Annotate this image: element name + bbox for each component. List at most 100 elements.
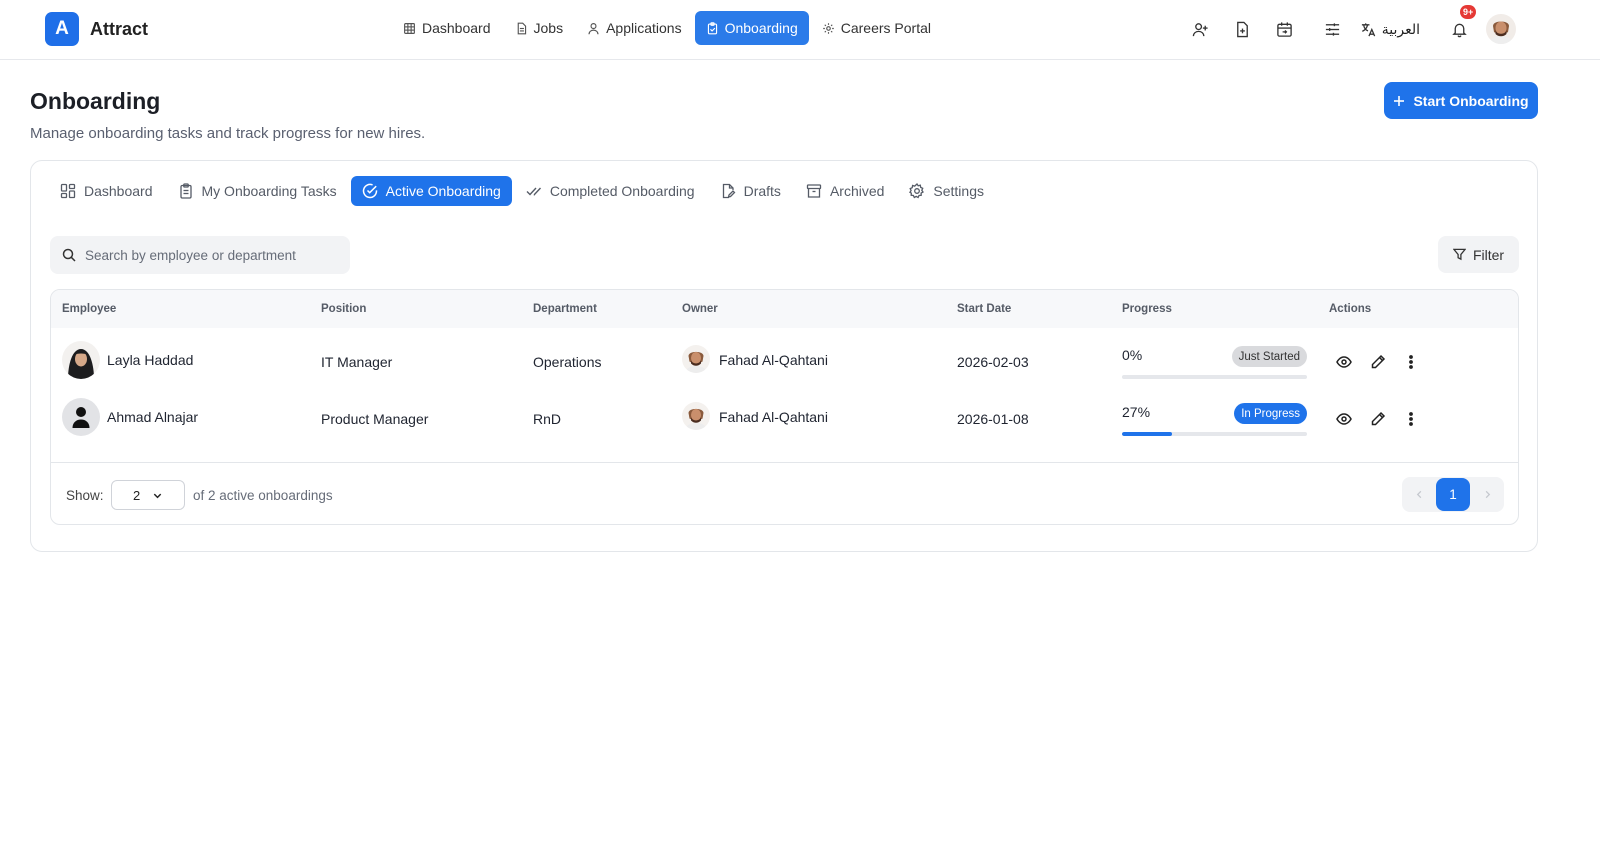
chevron-right-icon	[1483, 490, 1492, 499]
start-date-cell: 2026-02-03	[957, 354, 1029, 370]
next-page-button[interactable]	[1470, 477, 1504, 512]
brand[interactable]: A Attract	[45, 12, 148, 46]
table-footer: Show: 2 of 2 active onboardings 1	[51, 462, 1518, 524]
position-cell: IT Manager	[321, 354, 393, 370]
tab-label: Drafts	[743, 183, 781, 199]
calendar-icon[interactable]	[1264, 14, 1306, 44]
owner-avatar	[682, 402, 710, 430]
dashboard-icon	[60, 183, 76, 199]
top-actions: العربية 9+	[1180, 5, 1528, 44]
onboarding-card: Dashboard My Onboarding Tasks Active Onb…	[30, 160, 1538, 552]
edit-icon[interactable]	[1368, 352, 1388, 372]
show-label: Show:	[66, 488, 104, 503]
pagination: 1	[1402, 477, 1504, 512]
progress-bar	[1122, 432, 1307, 436]
chevron-down-icon	[152, 490, 163, 501]
onboarding-tabs: Dashboard My Onboarding Tasks Active Onb…	[49, 176, 995, 206]
start-date-cell: 2026-01-08	[957, 411, 1029, 427]
page-size-value: 2	[133, 487, 141, 503]
nav-dashboard[interactable]: Dashboard	[392, 11, 502, 45]
column-header-owner: Owner	[682, 303, 718, 315]
owner-avatar	[682, 345, 710, 373]
top-navbar: A Attract Dashboard Jobs Applications On…	[0, 0, 1600, 60]
tab-my-onboarding-tasks[interactable]: My Onboarding Tasks	[167, 176, 348, 206]
pagination-summary: of 2 active onboardings	[193, 488, 333, 503]
tab-archived[interactable]: Archived	[795, 176, 895, 206]
tab-label: Dashboard	[84, 183, 153, 199]
check-circle-icon	[362, 183, 378, 199]
nav-applications[interactable]: Applications	[576, 11, 693, 45]
page-size-select[interactable]: 2	[111, 480, 185, 510]
column-header-department: Department	[533, 303, 597, 315]
tab-active-onboarding[interactable]: Active Onboarding	[350, 176, 512, 206]
owner-name: Fahad Al-Qahtani	[719, 409, 828, 425]
prev-page-button[interactable]	[1402, 477, 1436, 512]
tab-label: Completed Onboarding	[549, 183, 695, 199]
nav-onboarding[interactable]: Onboarding	[694, 11, 809, 45]
tab-label: My Onboarding Tasks	[201, 183, 337, 199]
progress-percent: 0%	[1122, 347, 1143, 363]
column-header-employee: Employee	[62, 303, 117, 315]
gear-icon	[822, 22, 835, 35]
user-icon	[587, 22, 600, 35]
search-input[interactable]	[85, 247, 335, 263]
chevron-left-icon	[1415, 490, 1424, 499]
status-badge: In Progress	[1234, 403, 1307, 424]
double-check-icon	[526, 183, 542, 199]
nav-label: Jobs	[533, 20, 564, 36]
tab-completed-onboarding[interactable]: Completed Onboarding	[515, 176, 706, 206]
owner-name: Fahad Al-Qahtani	[719, 352, 828, 368]
sliders-icon[interactable]	[1312, 14, 1354, 44]
plus-icon	[1393, 95, 1405, 107]
document-icon	[515, 22, 528, 35]
notifications-bell[interactable]: 9+	[1438, 5, 1480, 44]
nav-jobs[interactable]: Jobs	[504, 11, 575, 45]
progress-bar-fill	[1122, 432, 1172, 436]
onboarding-table: Employee Position Department Owner Start…	[50, 289, 1519, 525]
brand-name: Attract	[90, 18, 149, 39]
nav-label: Dashboard	[422, 20, 491, 36]
page-button-current[interactable]: 1	[1436, 478, 1470, 511]
table-row[interactable]: Ahmad Alnajar Product Manager RnD Fahad …	[51, 389, 1518, 446]
table-row[interactable]: Layla Haddad IT Manager Operations Fahad…	[51, 332, 1518, 389]
nav-label: Onboarding	[724, 20, 798, 36]
file-plus-icon[interactable]	[1222, 14, 1264, 44]
page-title: Onboarding	[30, 88, 161, 114]
nav-label: Careers Portal	[840, 20, 932, 36]
filter-button[interactable]: Filter	[1438, 236, 1519, 273]
user-avatar[interactable]	[1486, 14, 1516, 44]
tab-settings[interactable]: Settings	[898, 176, 995, 206]
status-badge: Just Started	[1231, 346, 1307, 367]
tab-label: Active Onboarding	[385, 183, 501, 199]
column-header-position: Position	[321, 303, 367, 315]
clipboard-list-icon	[178, 183, 194, 199]
edit-icon[interactable]	[1368, 409, 1388, 429]
start-onboarding-button[interactable]: Start Onboarding	[1384, 82, 1538, 119]
user-plus-icon[interactable]	[1180, 14, 1222, 44]
progress-bar	[1122, 375, 1307, 379]
position-cell: Product Manager	[321, 411, 429, 427]
column-header-start-date: Start Date	[957, 303, 1012, 315]
translate-icon	[1360, 21, 1377, 38]
language-switcher[interactable]: العربية	[1360, 21, 1420, 38]
tab-label: Settings	[933, 183, 984, 199]
employee-name: Layla Haddad	[107, 352, 194, 368]
table-header: Employee Position Department Owner Start…	[51, 290, 1518, 328]
search-icon	[62, 248, 76, 262]
more-options-icon[interactable]	[1401, 409, 1421, 429]
employee-name: Ahmad Alnajar	[107, 409, 199, 425]
bell-icon	[1451, 21, 1468, 38]
filter-icon	[1452, 248, 1466, 261]
department-cell: RnD	[533, 411, 562, 427]
brand-logo: A	[45, 12, 79, 46]
view-icon[interactable]	[1334, 352, 1354, 372]
more-options-icon[interactable]	[1401, 352, 1421, 372]
nav-careers-portal[interactable]: Careers Portal	[811, 11, 942, 45]
column-header-actions: Actions	[1329, 303, 1372, 315]
view-icon[interactable]	[1334, 409, 1354, 429]
employee-avatar	[62, 341, 100, 379]
tab-dashboard[interactable]: Dashboard	[49, 176, 164, 206]
tab-label: Archived	[829, 183, 885, 199]
nav-label: Applications	[606, 20, 682, 36]
tab-drafts[interactable]: Drafts	[709, 176, 792, 206]
